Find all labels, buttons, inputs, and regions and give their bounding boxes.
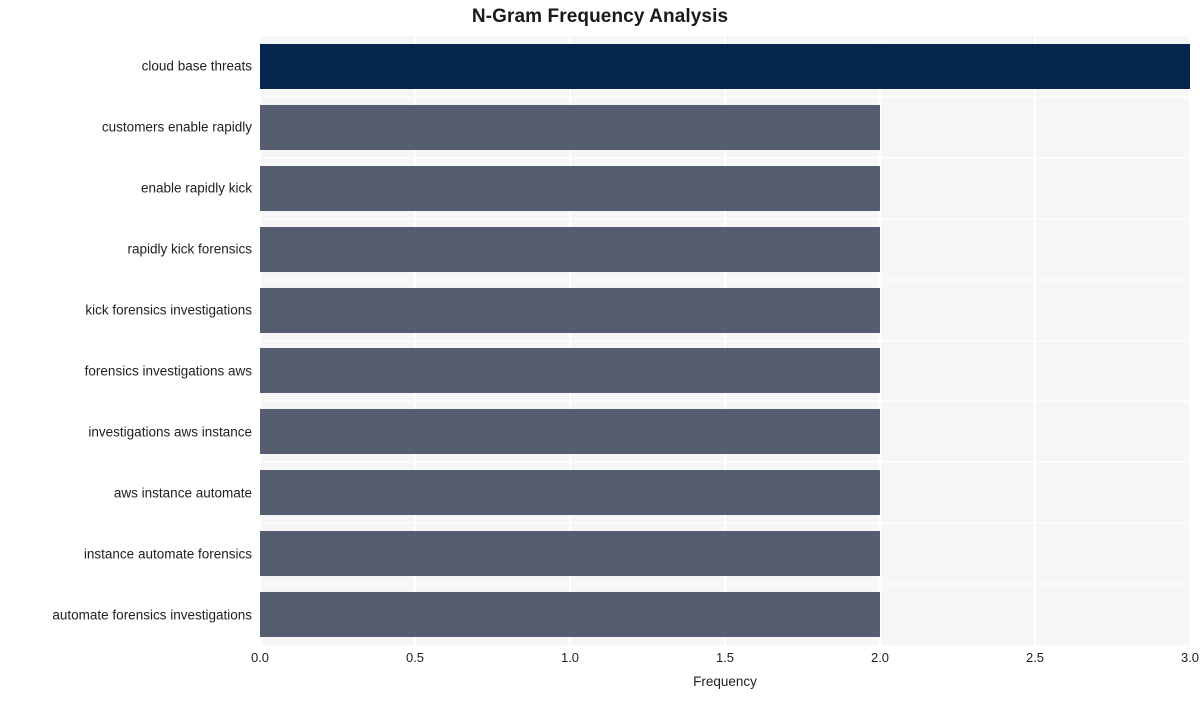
x-axis-tick-label: 0.0	[250, 650, 270, 665]
y-axis-tick-label: instance automate forensics	[83, 546, 252, 562]
x-axis-tick-label: 3.0	[1180, 650, 1200, 665]
y-axis-tick-label: kick forensics investigations	[85, 302, 252, 318]
y-axis-tick-label: customers enable rapidly	[101, 119, 252, 135]
y-axis-tick-label: enable rapidly kick	[140, 180, 252, 196]
x-axis-tick-label: 2.5	[1025, 650, 1045, 665]
y-axis-tick-label: automate forensics investigations	[52, 607, 252, 623]
x-axis-tick-label: 1.5	[715, 650, 735, 665]
y-axis-tick-label: investigations aws instance	[88, 424, 252, 440]
chart-title: N-Gram Frequency Analysis	[471, 6, 729, 27]
y-axis-tick-label: aws instance automate	[113, 485, 252, 501]
y-axis-tick-label: forensics investigations aws	[84, 363, 252, 379]
x-axis-tick-label: 1.0	[560, 650, 580, 665]
x-axis-label: Frequency	[693, 674, 757, 689]
y-axis-tick-label: rapidly kick forensics	[127, 241, 252, 257]
x-axis-tick-label: 2.0	[870, 650, 890, 665]
x-axis-tick-label: 0.5	[405, 650, 425, 665]
y-axis-tick-label: cloud base threats	[141, 58, 252, 74]
y-axis-tick-labels: cloud base threats customers enable rapid…	[0, 36, 1200, 645]
x-axis-tick-labels: 0.0 0.5 1.0 1.5 2.0 2.5 3.0	[251, 650, 1199, 672]
chart-figure: N-Gram Frequency Analysis cloud base thr…	[0, 0, 1200, 701]
